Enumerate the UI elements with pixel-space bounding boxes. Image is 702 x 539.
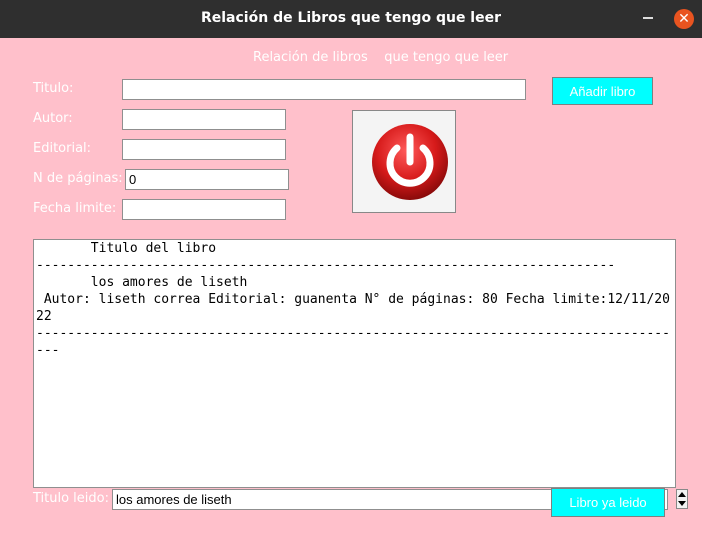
list-line: Autor: liseth correa Editorial: guanenta… xyxy=(36,292,670,324)
book-list-textarea[interactable]: Titulo del libro -----------------------… xyxy=(33,239,676,488)
book-read-button[interactable]: Libro ya leido xyxy=(551,488,665,517)
paginas-label: N de páginas: xyxy=(33,171,123,186)
titulo-label: Titulo: xyxy=(33,81,74,96)
minimize-icon[interactable] xyxy=(643,17,653,19)
titulo-input[interactable] xyxy=(122,79,526,100)
add-book-button[interactable]: Añadir libro xyxy=(552,77,653,105)
editorial-label: Editorial: xyxy=(33,141,92,156)
list-line: Titulo del libro xyxy=(36,241,217,256)
fecha-input[interactable] xyxy=(122,199,286,220)
power-button[interactable] xyxy=(352,110,456,213)
paginas-input[interactable] xyxy=(125,169,289,190)
page-heading: Relación de libros que tengo que leer xyxy=(253,50,509,65)
autor-label: Autor: xyxy=(33,111,73,126)
power-icon xyxy=(372,124,448,200)
window-titlebar: Relación de Libros que tengo que leer ✕ xyxy=(0,0,702,38)
list-line: los amores de liseth xyxy=(36,275,248,290)
editorial-input[interactable] xyxy=(122,139,286,160)
fecha-label: Fecha limite: xyxy=(33,201,117,216)
spin-arrows-icon[interactable] xyxy=(676,489,688,509)
close-icon[interactable]: ✕ xyxy=(674,9,694,29)
list-line: ----------------------------------------… xyxy=(36,326,670,358)
list-line: ----------------------------------------… xyxy=(36,258,616,273)
leido-label: Titulo leido: xyxy=(33,491,109,506)
autor-input[interactable] xyxy=(122,109,286,130)
window-title: Relación de Libros que tengo que leer xyxy=(200,10,501,26)
